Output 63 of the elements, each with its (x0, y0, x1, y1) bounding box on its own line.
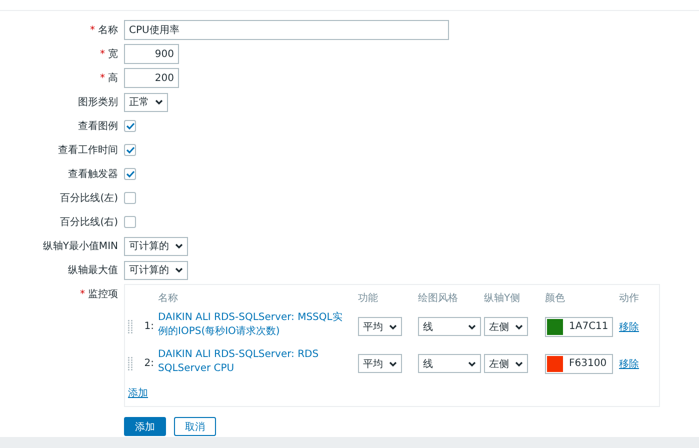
style-dropdown[interactable]: 线 (418, 317, 481, 336)
field-label: 宽 (108, 48, 118, 61)
field-label: 查看触发器 (68, 168, 118, 181)
color-field[interactable]: 1A7C11 (545, 316, 613, 336)
field-label: 查看工作时间 (58, 144, 118, 157)
remove-link[interactable]: 移除 (619, 322, 639, 332)
caret-icon (515, 360, 523, 366)
checkbox[interactable] (124, 168, 136, 180)
checkbox[interactable] (124, 216, 136, 228)
field-label: 百分比线(右) (60, 216, 118, 229)
field-label: 名称 (98, 24, 118, 37)
column-header: 绘图风格 (418, 293, 458, 304)
add-link[interactable]: 添加 (128, 386, 148, 400)
color-swatch[interactable] (547, 318, 563, 334)
dropdown[interactable]: 正常 (124, 92, 168, 112)
field-label: 纵轴最大值 (68, 264, 118, 277)
column-header: 名称 (158, 293, 178, 304)
add-button[interactable]: 添加 (124, 417, 166, 436)
axis-dropdown[interactable]: 左侧 (484, 317, 528, 336)
column-header: 颜色 (545, 293, 565, 304)
style-dropdown[interactable]: 线 (418, 354, 481, 373)
field-label: 百分比线(左) (60, 192, 118, 205)
caret-icon (389, 324, 397, 330)
checkbox[interactable] (124, 192, 136, 204)
drag-handle-icon[interactable] (128, 356, 133, 370)
caret-icon (468, 324, 476, 330)
number-field[interactable]: 200 (124, 68, 179, 88)
caret-icon (175, 243, 183, 249)
required-mark: * (80, 288, 85, 300)
checkbox[interactable] (124, 120, 136, 132)
row-number: 2: (143, 358, 155, 369)
name-field[interactable]: CPU使用率 (124, 20, 449, 40)
drag-handle-icon[interactable] (128, 320, 133, 334)
column-header: 纵轴Y侧 (484, 293, 520, 304)
required-mark: * (100, 48, 105, 60)
required-mark: * (90, 24, 95, 36)
remove-link[interactable]: 移除 (619, 358, 639, 370)
item-link[interactable]: DAIKIN ALI RDS-SQLServer: MSSQL实例的IOPS(每秒IO请求次数) (158, 311, 352, 339)
item-link[interactable]: DAIKIN ALI RDS-SQLServer: RDS SQLServer CPU (158, 348, 352, 376)
field-label: 图形类别 (78, 96, 118, 109)
axis-dropdown[interactable]: 左侧 (484, 354, 528, 373)
field-label: 高 (108, 72, 118, 85)
dropdown[interactable]: 可计算的 (124, 260, 188, 280)
function-dropdown[interactable]: 平均 (358, 317, 402, 336)
caret-icon (389, 360, 397, 366)
column-header: 动作 (619, 293, 639, 304)
field-label: 查看图例 (78, 120, 118, 133)
color-swatch[interactable] (547, 356, 563, 372)
color-field[interactable]: F63100 (545, 354, 613, 374)
number-field[interactable]: 900 (124, 44, 179, 64)
field-label: 监控项 (88, 288, 118, 301)
field-label: 纵轴Y最小值MIN (42, 240, 118, 253)
required-mark: * (100, 72, 105, 84)
function-dropdown[interactable]: 平均 (358, 354, 402, 373)
caret-icon (175, 267, 183, 273)
row-number: 1: (143, 321, 155, 332)
cancel-button[interactable]: 取消 (174, 417, 216, 436)
dropdown[interactable]: 可计算的 (124, 236, 188, 256)
caret-icon (155, 99, 163, 105)
column-header: 功能 (358, 293, 378, 304)
checkbox[interactable] (124, 144, 136, 156)
caret-icon (468, 360, 476, 366)
caret-icon (515, 324, 523, 330)
